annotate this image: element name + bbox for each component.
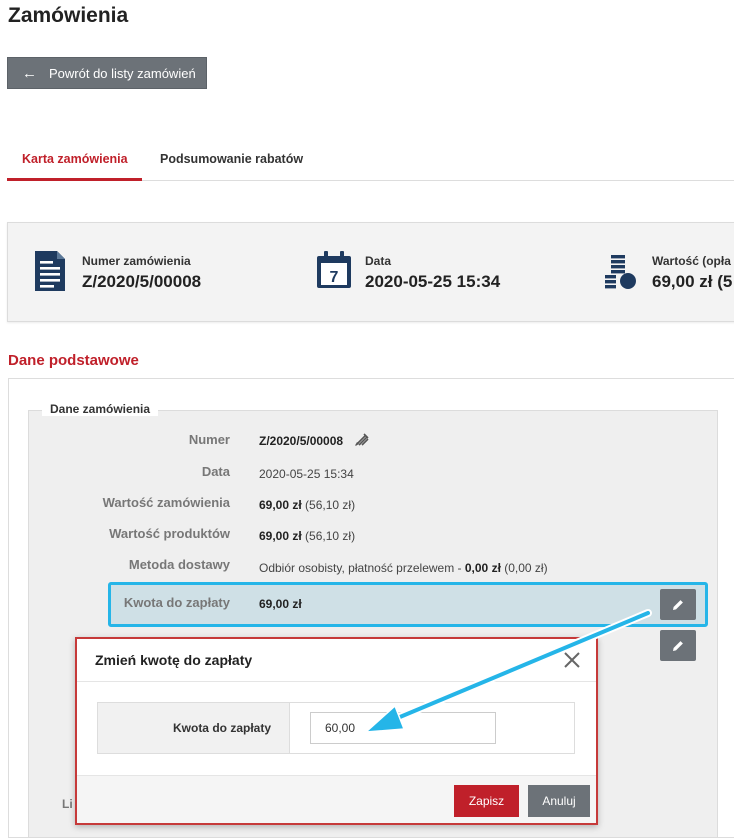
row-label-order-value: Wartość zamówienia (102, 495, 230, 510)
row-value-order-value: 69,00 zł (56,10 zł) (259, 498, 356, 512)
edit-amount-due-button[interactable] (660, 589, 696, 620)
back-to-orders-button[interactable]: ← Powrót do listy zamówień (7, 57, 207, 89)
order-number-label: Numer zamówienia (82, 254, 191, 268)
row-label-amount-due: Kwota do zapłaty (123, 595, 230, 610)
pencil-icon (673, 599, 683, 610)
tab-order-card[interactable]: Karta zamówienia (22, 152, 128, 166)
row-label-number: Numer (188, 432, 230, 447)
row-value-number: Z/2020/5/00008 (259, 433, 370, 448)
date-label: Data (365, 254, 392, 268)
amount-field-label: Kwota do zapłaty (98, 703, 290, 753)
change-amount-modal: Zmień kwotę do zapłaty Kwota do zapłaty … (75, 637, 598, 825)
close-icon[interactable] (561, 649, 583, 671)
pencil-icon (673, 640, 683, 651)
modal-footer: Zapisz Anuluj (77, 775, 596, 823)
order-details-legend: Dane zamówienia (42, 402, 159, 416)
amount-form-row: Kwota do zapłaty (97, 702, 575, 754)
active-tab-indicator (7, 178, 142, 181)
row-label-products-value: Wartość produktów (109, 526, 230, 541)
edit-button[interactable] (660, 630, 696, 661)
order-summary-panel: Numer zamówienia Z/2020/5/00008 7 Data 2… (7, 222, 734, 322)
row-label-date: Data (201, 464, 230, 479)
row-value-amount-due: 69,00 zł (259, 597, 302, 611)
section-title: Dane podstawowe (8, 352, 139, 369)
order-number-value: Z/2020/5/00008 (82, 272, 202, 291)
value-label: Wartość (opła (652, 254, 731, 268)
coins-icon (605, 255, 636, 289)
page-title: Zamówienia (8, 4, 129, 27)
save-button[interactable]: Zapisz (454, 785, 519, 817)
tab-discount-summary[interactable]: Podsumowanie rabatów (160, 152, 303, 166)
calendar-icon: 7 (317, 251, 351, 288)
cancel-button[interactable]: Anuluj (528, 785, 590, 817)
row-label-delivery: Metoda dostawy (128, 557, 230, 572)
partial-row-label: Li (62, 797, 73, 811)
date-value: 2020-05-25 15:34 (365, 272, 501, 291)
arrow-left-icon: ← (22, 64, 37, 82)
back-button-label: Powrót do listy zamówień (49, 65, 196, 81)
modal-title: Zmień kwotę do zapłaty (95, 652, 253, 668)
row-value-products-value: 69,00 zł (56,10 zł) (259, 529, 356, 543)
row-value-date: 2020-05-25 15:34 (259, 467, 354, 481)
copy-link-icon[interactable] (354, 433, 370, 447)
document-icon (35, 251, 65, 291)
value-value: 69,00 zł (5 (652, 272, 733, 291)
row-value-delivery: Odbiór osobisty, płatność przelewem - 0,… (259, 561, 548, 575)
modal-header-divider (77, 681, 596, 682)
order-number-text: Z/2020/5/00008 (259, 434, 344, 448)
calendar-day: 7 (330, 269, 339, 286)
amount-due-input[interactable] (310, 712, 496, 744)
